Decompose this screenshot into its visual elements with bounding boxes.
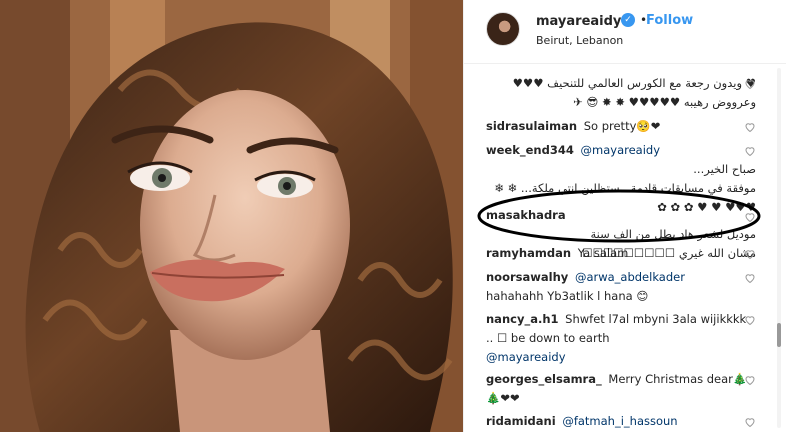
comment-mention[interactable]: @mayareaidy <box>581 143 661 157</box>
post-photo <box>0 0 463 432</box>
list-item: sidrasulaiman So pretty🥺❤ <box>486 117 756 136</box>
comment-text: So pretty🥺❤ <box>583 119 661 133</box>
comment-username[interactable]: week_end344 <box>486 143 574 157</box>
comments-list: ♥ ويدون رجعة مع الكورس العالمي للتنحيف ♥… <box>464 64 786 432</box>
list-item: ♥ ويدون رجعة مع الكورس العالمي للتنحيف ♥… <box>486 74 756 112</box>
heart-icon[interactable] <box>744 121 756 133</box>
list-item: ramyhamdan Ya salam <box>486 244 756 263</box>
post-author-username[interactable]: mayareaidy <box>536 14 621 29</box>
heart-icon[interactable] <box>744 272 756 284</box>
comment-mention[interactable]: @mayareaidy <box>486 350 566 364</box>
verified-badge-icon: ✓ <box>621 13 635 27</box>
avatar[interactable] <box>486 12 520 46</box>
post-header: mayareaidy ✓ • Follow Beirut, Lebanon <box>464 0 786 64</box>
list-item <box>486 64 756 72</box>
comment-username[interactable]: noorsawalhy <box>486 270 568 284</box>
list-item: ridamidani @fatmah_i_hassoun <box>486 412 756 431</box>
comment-username[interactable]: ramyhamdan <box>486 246 571 260</box>
heart-icon[interactable] <box>744 78 756 90</box>
heart-icon[interactable] <box>744 416 756 428</box>
comment-username[interactable]: nancy_a.h1 <box>486 312 559 326</box>
comment-text: Ya salam <box>577 246 629 260</box>
list-item: nancy_a.h1 Shwfet l7al mbyni 3ala wijikk… <box>486 310 756 367</box>
heart-icon[interactable] <box>744 374 756 386</box>
comment-username[interactable]: sidrasulaiman <box>486 119 577 133</box>
annotation-oval <box>477 189 761 243</box>
comment-text: ♥ ويدون رجعة مع الكورس العالمي للتنحيف ♥… <box>512 76 756 109</box>
comment-username[interactable]: georges_elsamra_ <box>486 372 602 386</box>
heart-icon[interactable] <box>744 248 756 260</box>
heart-icon[interactable] <box>744 314 756 326</box>
scrollbar[interactable] <box>777 68 781 428</box>
list-item: georges_elsamra_ Merry Christmas dear🎄🎄❤… <box>486 370 756 408</box>
post-location[interactable]: Beirut, Lebanon <box>536 34 623 47</box>
comment-text: hahahahh Yb3atlik l hana 😊 <box>486 289 649 303</box>
heart-icon[interactable] <box>744 145 756 157</box>
comment-mention[interactable]: @fatmah_i_hassoun <box>562 414 677 428</box>
comment-username[interactable]: ridamidani <box>486 414 556 428</box>
list-item: noorsawalhy @arwa_abdelkader hahahahh Yb… <box>486 268 756 306</box>
scrollbar-thumb[interactable] <box>777 323 781 347</box>
follow-button[interactable]: Follow <box>646 13 693 28</box>
comment-mention[interactable]: @arwa_abdelkader <box>575 270 685 284</box>
